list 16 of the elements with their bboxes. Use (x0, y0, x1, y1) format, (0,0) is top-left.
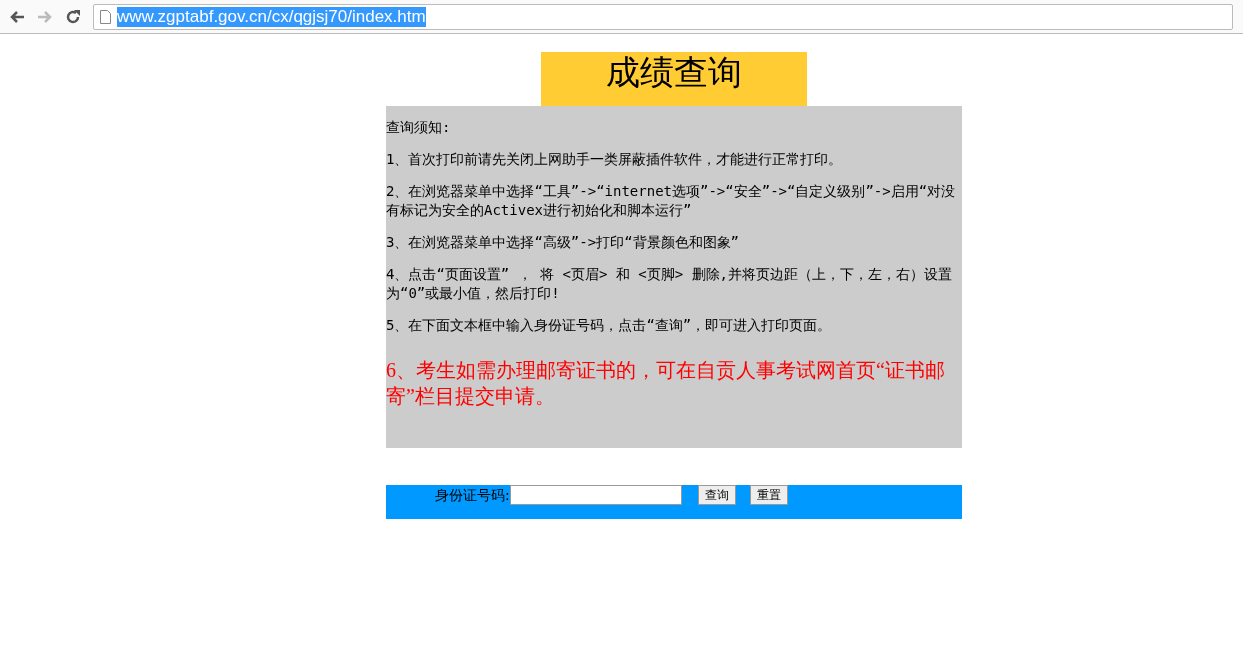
notice-item: 2、在浏览器菜单中选择“工具”->“internet选项”->“安全”->“自定义级别”->启用“对没有标记为安全的Activex进行初始化和脚本运行” (386, 182, 957, 220)
back-icon[interactable] (9, 9, 25, 24)
id-number-label: 身份证号码: (435, 486, 510, 505)
notice-item: 5、在下面文本框中输入身份证号码，点击“查询”，即可进入打印页面。 (386, 316, 833, 335)
important-notice: 6、考生如需办理邮寄证书的，可在自贡人事考试网首页“证书邮寄”栏目提交申请。 (386, 358, 946, 409)
notice-item: 4、点击“页面设置” ， 将 <页眉> 和 <页脚> 删除,并将页边距（上，下，左，右）设置为“0”或最小值，然后打印! (386, 265, 953, 303)
reset-button[interactable]: 重置 (749, 485, 788, 505)
notice-item: 3、在浏览器菜单中选择“高级”->打印“背景颜色和图象” (386, 233, 740, 252)
notice-item: 1、首次打印前请先关闭上网助手一类屏蔽插件软件，才能进行正常打印。 (386, 150, 844, 169)
page-icon (100, 9, 111, 24)
query-button[interactable]: 查询 (697, 485, 736, 505)
reload-icon[interactable] (65, 8, 81, 25)
url-text: www.zgptabf.gov.cn/cx/qgjsj70/index.htm (117, 6, 426, 27)
page-title: 成绩查询 (541, 52, 807, 106)
id-number-field[interactable] (509, 485, 682, 505)
notice-heading: 查询须知: (386, 118, 452, 137)
